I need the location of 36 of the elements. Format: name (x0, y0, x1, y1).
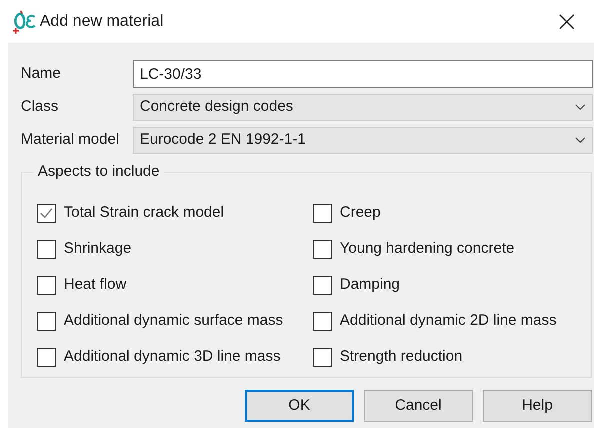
checkbox-label: Damping (340, 275, 400, 296)
checkbox[interactable] (313, 240, 332, 259)
checkbox-label: Young hardening concrete (340, 239, 515, 260)
checkbox[interactable] (37, 348, 56, 367)
chevron-down-icon (575, 104, 586, 111)
field-label: Name (21, 64, 62, 84)
close-icon (559, 14, 575, 30)
checkbox-label: Creep (340, 203, 381, 224)
dialog-button[interactable]: Cancel (364, 390, 473, 422)
dialog-button[interactable]: Help (483, 390, 592, 422)
checkbox[interactable] (37, 240, 56, 259)
checkbox-label: Shrinkage (64, 239, 132, 260)
checkbox[interactable] (313, 276, 332, 295)
checkbox[interactable] (313, 204, 332, 223)
field-label: Material model (21, 130, 120, 150)
checkbox-label: Heat flow (64, 275, 127, 296)
checkbox-label: Strength reduction (340, 347, 463, 368)
checkbox[interactable] (37, 204, 56, 223)
group-title: Aspects to include (34, 163, 164, 181)
dialog-button[interactable]: OK (245, 390, 354, 422)
name-field[interactable]: LC-30/33 (133, 60, 593, 88)
checkbox-label: Total Strain crack model (64, 203, 224, 224)
window-title: Add new material (40, 12, 164, 32)
dropdown[interactable]: Eurocode 2 EN 1992-1-1 (133, 127, 593, 154)
checkbox-label: Additional dynamic 3D line mass (64, 347, 281, 368)
checkbox[interactable] (37, 312, 56, 331)
app-logo-icon (12, 8, 38, 34)
dropdown[interactable]: Concrete design codes (133, 94, 593, 121)
chevron-down-icon (575, 137, 586, 144)
check-icon (39, 206, 54, 221)
checkbox-label: Additional dynamic surface mass (64, 311, 284, 332)
checkbox[interactable] (313, 348, 332, 367)
field-label: Class (21, 97, 60, 118)
checkbox[interactable] (37, 276, 56, 295)
checkbox-label: Additional dynamic 2D line mass (340, 311, 557, 332)
checkbox[interactable] (313, 312, 332, 331)
